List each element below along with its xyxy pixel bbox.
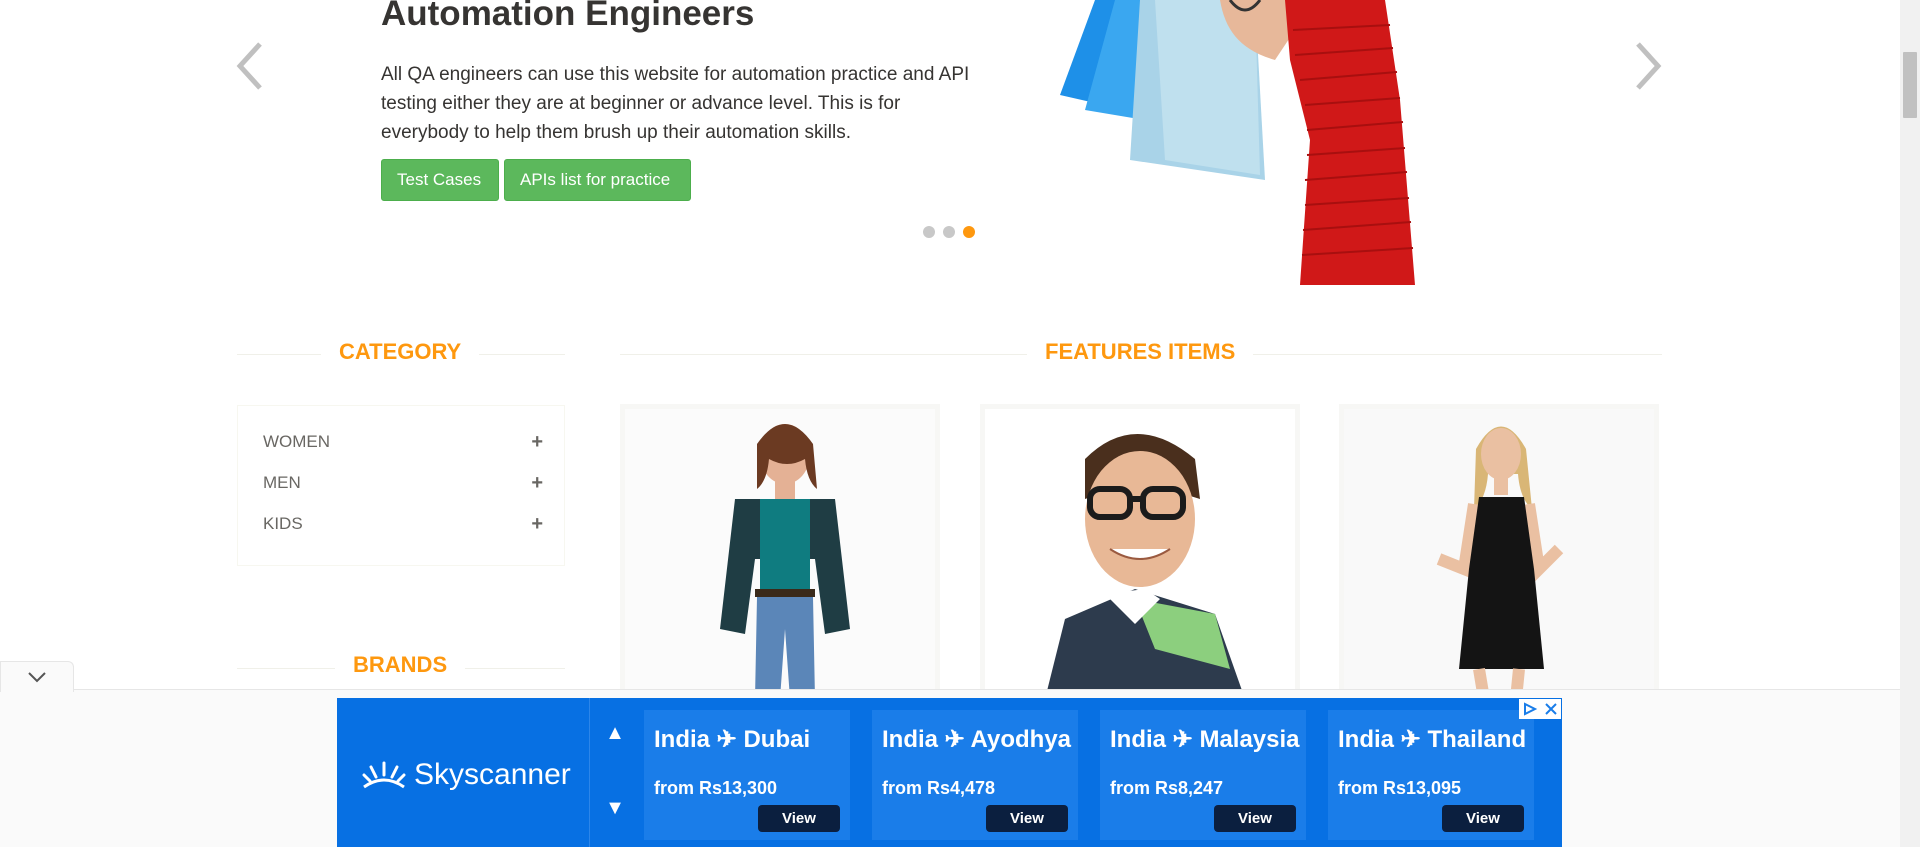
category-label: KIDS xyxy=(263,514,303,533)
deal-price: from Rs8,247 xyxy=(1110,778,1224,798)
ad-collapse-toggle[interactable] xyxy=(0,661,74,692)
category-label: WOMEN xyxy=(263,432,331,451)
product-card-2[interactable] xyxy=(980,404,1300,704)
hero-description: All QA engineers can use this website fo… xyxy=(381,64,970,143)
category-item-women[interactable]: WOMEN + xyxy=(263,427,543,457)
product-image-man-glasses xyxy=(985,409,1295,699)
deal-price: from Rs13,300 xyxy=(654,778,778,798)
hero-image-shopping-woman xyxy=(1055,0,1525,285)
plus-icon[interactable]: + xyxy=(531,431,543,454)
deal-route: India ✈ Thailand xyxy=(1338,726,1527,753)
page-scrollbar[interactable] xyxy=(1900,0,1920,847)
test-cases-button[interactable]: Test Cases xyxy=(381,159,499,201)
skyscanner-logo[interactable]: Skyscanner xyxy=(362,758,571,792)
carousel-dot-3[interactable] xyxy=(963,226,975,238)
category-panel: WOMEN + MEN + KIDS + xyxy=(237,405,565,566)
deal-route: India ✈ Dubai xyxy=(654,726,811,753)
plus-icon[interactable]: + xyxy=(531,472,543,495)
ad-scroll-up-icon[interactable]: ▲ xyxy=(595,718,635,748)
deal-view-button[interactable]: View xyxy=(986,805,1068,832)
hero-title: Automation Engineers xyxy=(381,0,755,33)
deal-view-button[interactable]: View xyxy=(1214,805,1296,832)
deal-price: from Rs13,095 xyxy=(1338,778,1462,798)
ad-deal-thailand[interactable]: India ✈ Thailand from Rs13,095 View xyxy=(1328,710,1534,840)
carousel-prev-arrow[interactable] xyxy=(230,36,270,96)
category-item-men[interactable]: MEN + xyxy=(263,468,543,498)
ad-deal-malaysia[interactable]: India ✈ Malaysia from Rs8,247 View xyxy=(1100,710,1306,840)
features-heading: FEATURES ITEMS xyxy=(1027,339,1254,365)
adchoices-icon[interactable] xyxy=(1522,702,1538,716)
sunrise-icon xyxy=(362,761,406,789)
ad-deal-ayodhya[interactable]: India ✈ Ayodhya from Rs4,478 View xyxy=(872,710,1078,840)
hero-carousel: Automation Engineers All QA engineers ca… xyxy=(0,0,1900,285)
carousel-next-arrow[interactable] xyxy=(1628,36,1668,96)
chevron-down-icon xyxy=(28,672,46,683)
deal-view-button[interactable]: View xyxy=(758,805,840,832)
plus-icon[interactable]: + xyxy=(531,513,543,536)
carousel-dot-2[interactable] xyxy=(943,226,955,238)
deal-view-button[interactable]: View xyxy=(1442,805,1524,832)
apis-list-button[interactable]: APIs list for practice xyxy=(504,159,691,201)
ad-choices xyxy=(1519,699,1561,719)
scrollbar-thumb[interactable] xyxy=(1903,52,1917,118)
skyscanner-ad[interactable]: Skyscanner ▲ ▼ India ✈ Dubai from Rs13,3… xyxy=(337,698,1562,847)
ad-scroll-down-icon[interactable]: ▼ xyxy=(595,793,635,823)
product-card-1[interactable] xyxy=(620,404,940,704)
carousel-indicators xyxy=(923,226,975,238)
product-card-3[interactable] xyxy=(1339,404,1659,704)
deal-price: from Rs4,478 xyxy=(882,778,996,798)
ad-brand-name: Skyscanner xyxy=(414,758,571,791)
product-image-woman-black-dress xyxy=(1344,409,1654,699)
category-label: MEN xyxy=(263,473,301,492)
category-item-kids[interactable]: KIDS + xyxy=(263,509,543,539)
category-heading: CATEGORY xyxy=(321,339,480,365)
brands-heading: BRANDS xyxy=(335,652,466,678)
deal-route: India ✈ Malaysia xyxy=(1110,726,1300,753)
close-icon[interactable] xyxy=(1544,702,1558,716)
product-image-woman-cardigan xyxy=(625,409,935,699)
deal-route: India ✈ Ayodhya xyxy=(882,726,1072,753)
ad-divider xyxy=(589,698,590,847)
ad-deal-dubai[interactable]: India ✈ Dubai from Rs13,300 View xyxy=(644,710,850,840)
carousel-dot-1[interactable] xyxy=(923,226,935,238)
